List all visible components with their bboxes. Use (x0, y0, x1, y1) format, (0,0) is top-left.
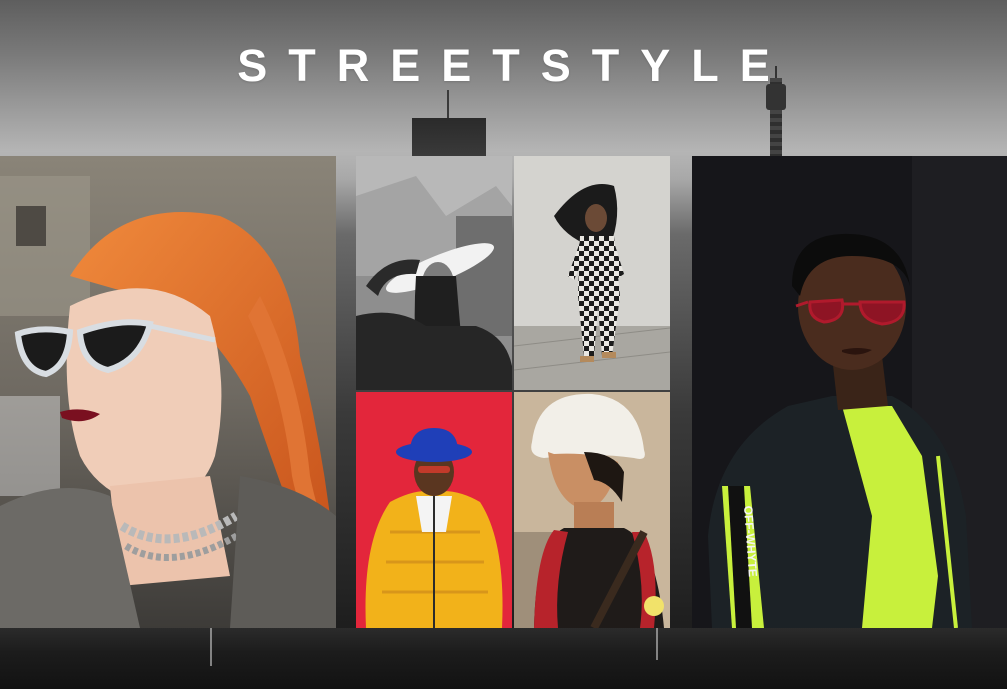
building-antenna (447, 90, 449, 120)
photo-man-blue-hat-yellow-puffer (356, 392, 512, 628)
photo-person-white-bucket-hat (514, 392, 670, 628)
street-pole (656, 628, 658, 660)
street-ground (0, 628, 1007, 689)
photo-woman-wide-brim-hat (356, 156, 512, 390)
photo-redhead-woman (0, 156, 336, 628)
street-pole (210, 628, 212, 666)
photo-woman-red-sunglasses: OFF-WHYTE (692, 156, 1007, 628)
photo-woman-checkered-suit (514, 156, 670, 390)
city-building (412, 118, 486, 156)
page-title: STREETSTYLE (237, 40, 791, 91)
